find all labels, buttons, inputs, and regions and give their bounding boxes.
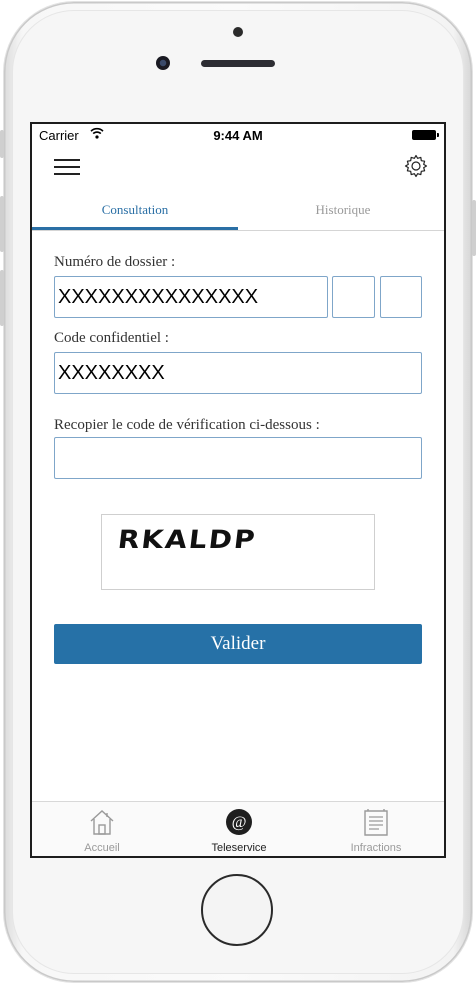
tabbar-item-teleservice[interactable]: @ Teleservice <box>171 802 307 856</box>
verification-label: Recopier le code de vérification ci-dess… <box>54 417 320 433</box>
code-label: Code confidentiel : <box>54 330 169 346</box>
tabbar-label-accueil: Accueil <box>84 842 120 854</box>
svg-text:@: @ <box>232 814 247 831</box>
status-time: 9:44 AM <box>213 128 263 143</box>
tabbar-item-accueil[interactable]: Accueil <box>34 802 170 856</box>
dossier-number-input[interactable]: XXXXXXXXXXXXXXX <box>54 276 328 318</box>
gear-icon[interactable] <box>404 154 428 178</box>
dossier-key-input-1[interactable] <box>332 276 375 318</box>
confidential-code-input[interactable]: XXXXXXXX <box>54 352 422 394</box>
dossier-key-input-2[interactable] <box>380 276 422 318</box>
front-camera <box>156 56 170 70</box>
captcha-text: RKALDP <box>116 524 259 555</box>
home-button[interactable] <box>201 874 273 946</box>
tab-consultation[interactable]: Consultation <box>32 194 238 230</box>
captcha-image: RKALDP <box>101 514 375 590</box>
status-bar: Carrier 9:44 AM <box>32 124 444 146</box>
power-button <box>472 200 476 256</box>
valider-button[interactable]: Valider <box>54 624 422 664</box>
verification-code-input[interactable] <box>54 437 422 479</box>
proximity-sensor <box>233 27 243 37</box>
app-screen: Carrier 9:44 AM Consultation Historique … <box>30 122 446 858</box>
home-icon <box>90 810 114 835</box>
tabbar-label-teleservice: Teleservice <box>211 842 267 854</box>
hamburger-menu-icon[interactable] <box>54 157 80 177</box>
battery-icon <box>412 130 439 140</box>
volume-down-button <box>0 270 4 326</box>
tab-historique[interactable]: Historique <box>240 194 444 228</box>
earpiece-speaker <box>201 60 275 67</box>
volume-up-button <box>0 196 4 252</box>
mute-switch <box>0 130 4 158</box>
tabbar-item-infractions[interactable]: Infractions <box>308 802 444 856</box>
bottom-tab-bar: Accueil @ Teleservice Infractions <box>32 801 444 856</box>
segment-tabs: Consultation Historique <box>32 194 444 231</box>
at-icon: @ <box>226 809 252 835</box>
document-icon <box>364 809 388 836</box>
dossier-label: Numéro de dossier : <box>54 254 176 270</box>
tabbar-label-infractions: Infractions <box>350 842 402 854</box>
